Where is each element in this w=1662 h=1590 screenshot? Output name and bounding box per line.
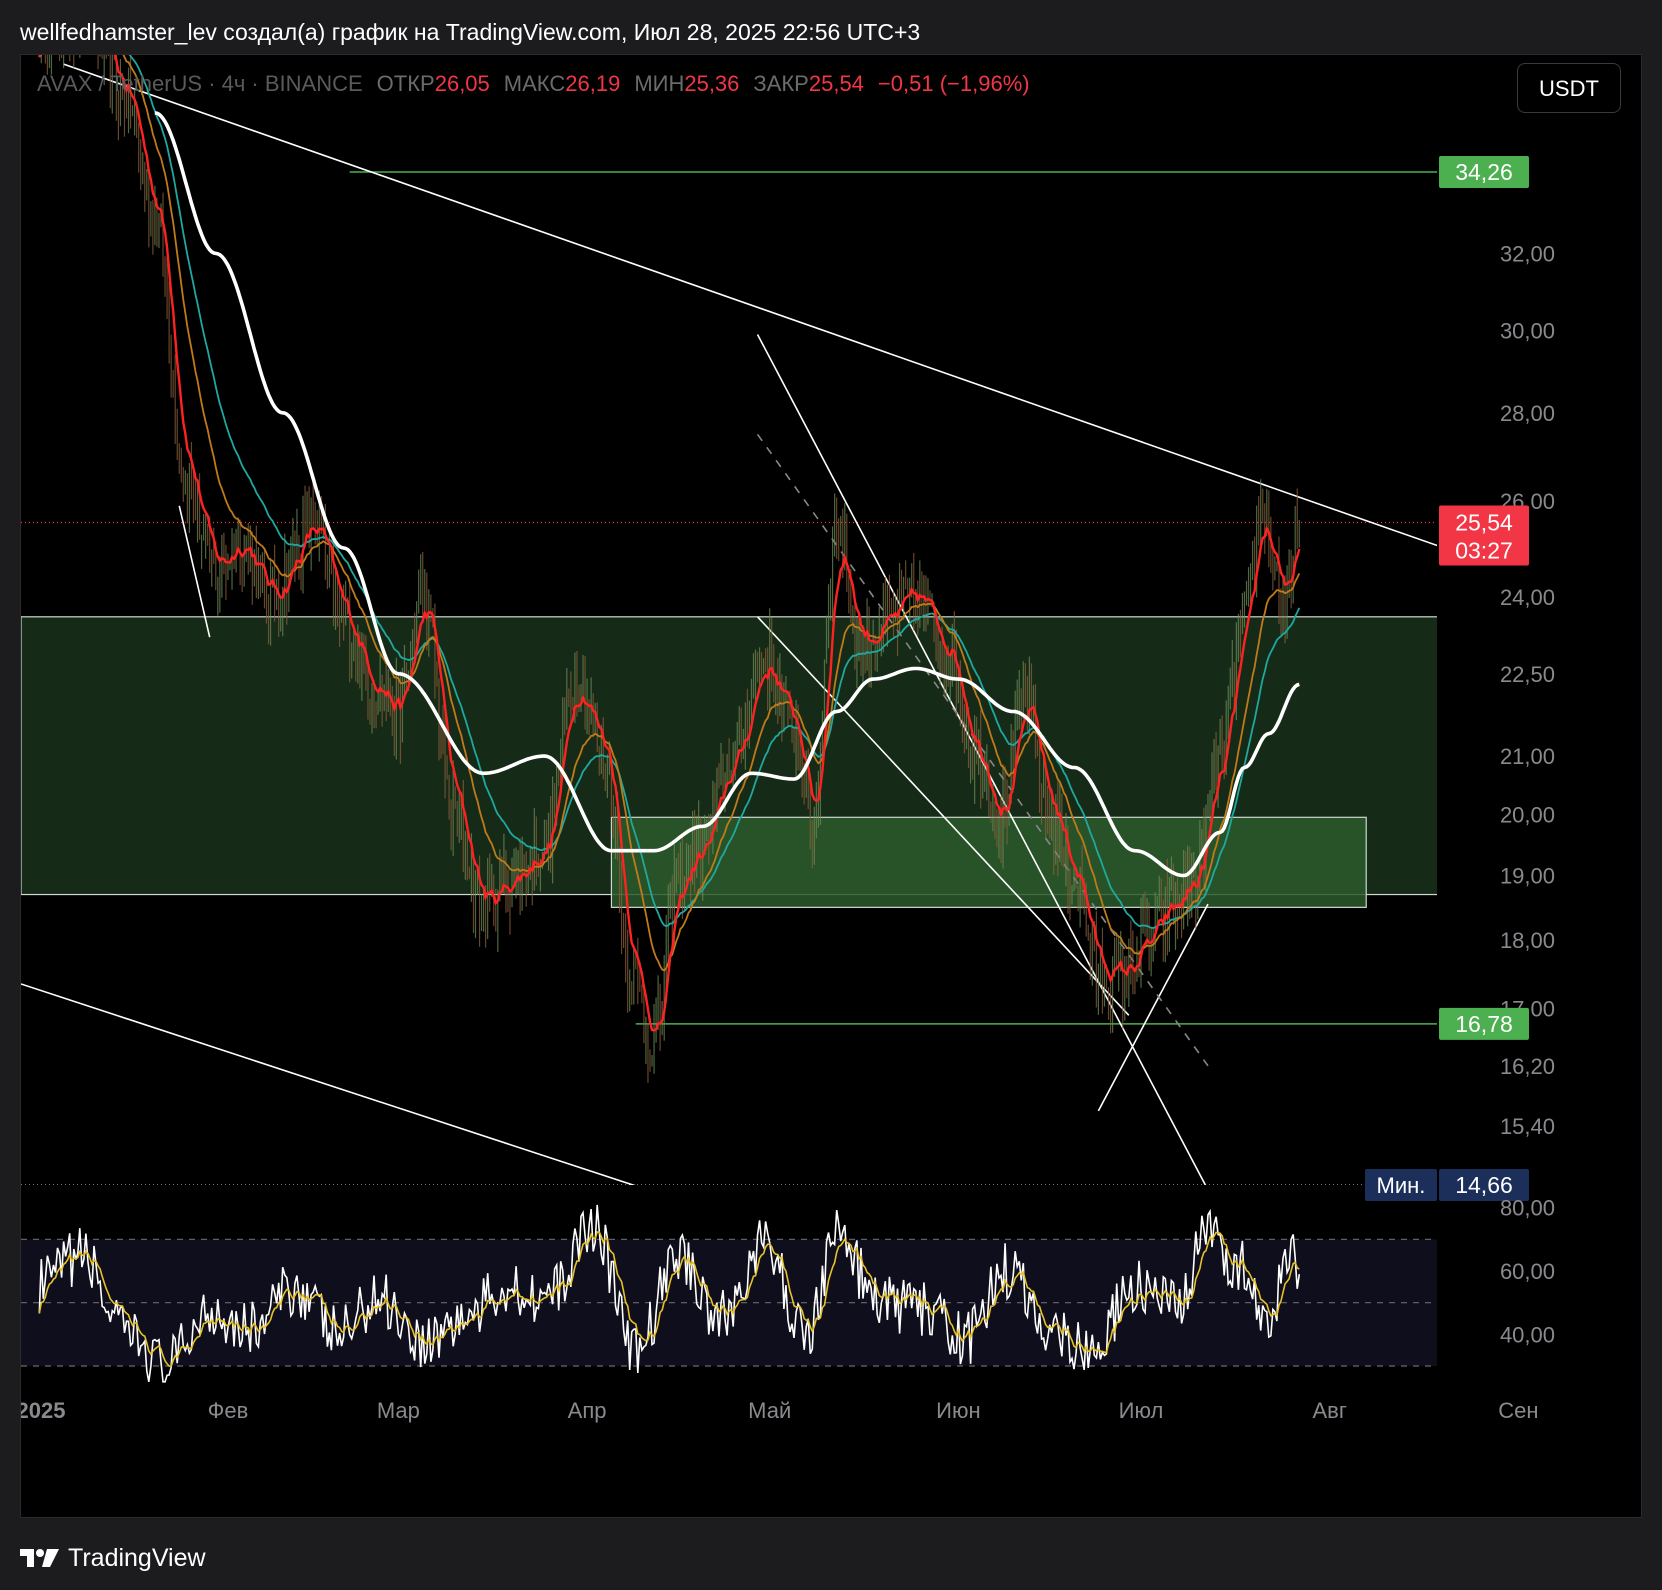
legend-symbol[interactable]: AVAX / TetherUS · 4ч · BINANCE: [37, 71, 363, 96]
rsi-tick-label: 60,00: [1500, 1259, 1555, 1284]
legend-open-value: 26,05: [434, 71, 490, 96]
x-tick-label: Май: [748, 1398, 791, 1423]
legend-high-value: 26,19: [565, 71, 621, 96]
x-tick-label: Мар: [377, 1398, 420, 1423]
footer-brand-label: TradingView: [68, 1543, 206, 1572]
symbol-legend: AVAX / TetherUS · 4ч · BINANCE ОТКР26,05 М…: [37, 69, 1030, 99]
rsi-pane: [21, 1204, 1437, 1383]
price-chart[interactable]: 32,0030,0028,0026,0024,0022,5021,0020,00…: [21, 55, 1641, 1517]
legend-change: −0,51 (−1,96%): [877, 71, 1030, 96]
y-tick-label: 24,00: [1500, 585, 1555, 610]
x-tick-label: Сен: [1498, 1398, 1538, 1423]
chart-attribution: wellfedhamster_lev создал(а) график на T…: [20, 19, 921, 45]
legend-low-label: МИН: [634, 71, 685, 96]
y-tick-label: 19,00: [1500, 864, 1555, 889]
rsi-tick-label: 80,00: [1500, 1196, 1555, 1221]
currency-button[interactable]: USDT: [1517, 63, 1621, 113]
rsi-tick-label: 40,00: [1500, 1322, 1555, 1347]
tradingview-logo-icon: [20, 1549, 59, 1567]
trend-line: [63, 63, 1437, 547]
x-tick-label: Июн: [936, 1398, 980, 1423]
chart-frame[interactable]: 32,00 30,00 28,00 26,00 24,00 22,50 21,00 20,00…: [20, 54, 1642, 1518]
x-tick-label: 2025: [21, 1398, 65, 1423]
legend-close-value: 25,54: [808, 71, 864, 96]
legend-low-value: 25,36: [684, 71, 740, 96]
min-price-label: 14,66: [1455, 1172, 1513, 1198]
x-tick-label: Апр: [568, 1398, 607, 1423]
last-price-label: 25,54: [1455, 510, 1513, 536]
legend-open-label: ОТКР: [376, 71, 435, 96]
trend-line: [21, 983, 636, 1185]
y-tick-label: 20,00: [1500, 802, 1555, 827]
min-badge-label: Мин.: [1377, 1173, 1426, 1198]
x-tick-label: Фев: [208, 1398, 249, 1423]
y-tick-label: 21,00: [1500, 744, 1555, 769]
y-tick-label: 16,20: [1500, 1054, 1555, 1079]
price-pane: [21, 55, 1437, 1185]
y-tick-label: 32,00: [1500, 241, 1555, 266]
price-label: 16,78: [1455, 1011, 1513, 1037]
price-label: 34,26: [1455, 159, 1513, 185]
y-tick-label: 22,50: [1500, 662, 1555, 687]
legend-close-label: ЗАКР: [753, 71, 809, 96]
footer-brand[interactable]: TradingView: [20, 1540, 206, 1576]
y-tick-label: 30,00: [1500, 318, 1555, 343]
x-tick-label: Авг: [1313, 1398, 1347, 1423]
y-tick-label: 15,40: [1500, 1114, 1555, 1139]
y-tick-label: 18,00: [1500, 928, 1555, 953]
bar-countdown-label: 03:27: [1455, 538, 1513, 564]
x-tick-label: Июл: [1119, 1398, 1164, 1423]
y-tick-label: 28,00: [1500, 401, 1555, 426]
legend-high-label: МАКС: [503, 71, 566, 96]
